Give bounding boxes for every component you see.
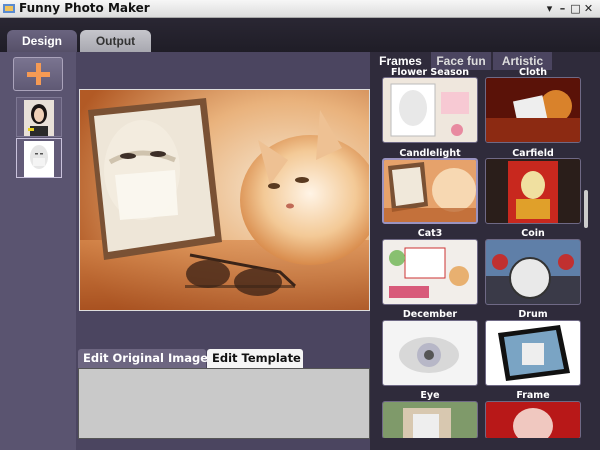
frame-carfield[interactable] (485, 158, 581, 224)
plus-icon (27, 63, 50, 85)
tab-design[interactable]: Design (7, 30, 77, 52)
frame-coin[interactable] (485, 239, 581, 305)
frame-candlelight-selected[interactable] (382, 158, 478, 224)
frame-label: Cloth (518, 67, 548, 77)
frame-label: Flower Season (390, 67, 470, 77)
frame-frame[interactable] (485, 401, 581, 439)
frame-cloth[interactable] (485, 77, 581, 143)
frames-scrollbar[interactable] (584, 190, 588, 228)
tab-output[interactable]: Output (80, 30, 151, 52)
frame-cat3[interactable] (382, 239, 478, 305)
close-button[interactable]: ✕ (582, 1, 595, 16)
photo-thumbnail-selected[interactable] (16, 138, 62, 178)
add-photo-button[interactable] (13, 57, 63, 91)
tab-edit-template[interactable]: Edit Template (207, 349, 303, 368)
girl-photo-thumbnail (24, 100, 54, 136)
title-bar: Funny Photo Maker ▾ – □ ✕ (0, 0, 600, 18)
frame-drum[interactable] (485, 320, 581, 386)
frame-flower-season[interactable] (382, 77, 478, 143)
window-menu-button[interactable]: ▾ (543, 1, 556, 16)
frame-december[interactable] (382, 320, 478, 386)
cat-frame-preview-image (80, 90, 380, 310)
photo-thumbnail[interactable] (16, 97, 62, 137)
window-title: Funny Photo Maker (19, 1, 150, 15)
edit-panel (78, 368, 370, 439)
frame-eye[interactable] (382, 401, 478, 439)
app-logo-icon (3, 4, 15, 13)
tab-edit-original-image[interactable]: Edit Original Image (78, 349, 208, 368)
app-window: Funny Photo Maker ▾ – □ ✕ Design Output (0, 0, 600, 450)
maximize-button[interactable]: □ (569, 1, 582, 16)
hijab-photo-thumbnail (24, 141, 54, 177)
right-panel-bottom (370, 438, 600, 450)
preview-canvas[interactable] (79, 89, 380, 311)
minimize-button[interactable]: – (556, 1, 569, 16)
